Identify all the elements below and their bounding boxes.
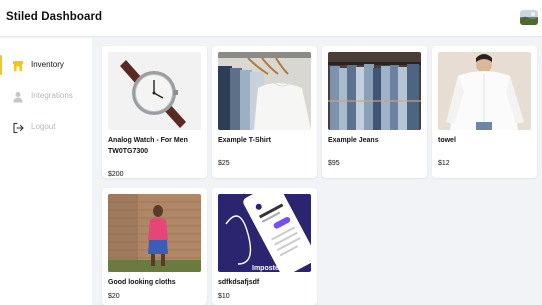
product-price: $200: [108, 171, 124, 178]
sidebar-item-integrations[interactable]: Integrations: [0, 85, 92, 107]
woman-image: [108, 194, 201, 272]
white-shirt-image: [438, 52, 531, 130]
watch-image: [108, 52, 201, 130]
jeans-image: [328, 52, 421, 130]
tshirts-image: [218, 52, 311, 130]
top-header: Stiled Dashboard: [0, 0, 542, 37]
product-card[interactable]: Imposter sdfkdsafjsdf $10: [212, 188, 317, 305]
product-name: Analog Watch - For Men TW0TG7300: [108, 137, 188, 155]
product-card[interactable]: Good looking cloths $20: [102, 188, 207, 305]
user-icon: [12, 90, 24, 103]
imposter-app-image: Imposter: [218, 194, 311, 272]
sidebar: Inventory Integrations Logout: [0, 38, 92, 305]
product-price: $20: [108, 293, 120, 300]
product-grid: Analog Watch - For Men TW0TG7300 $200 Ex…: [92, 38, 542, 305]
product-name: Example T-Shirt: [218, 137, 271, 144]
logout-icon: [12, 121, 24, 134]
product-card[interactable]: Example T-Shirt $25: [212, 46, 317, 178]
sidebar-item-label: Integrations: [31, 91, 73, 100]
product-card[interactable]: Example Jeans $95: [322, 46, 427, 178]
sidebar-item-inventory[interactable]: Inventory: [0, 54, 92, 76]
active-indicator: [0, 55, 2, 75]
product-price: $10: [218, 293, 230, 300]
app-title: Stiled Dashboard: [6, 11, 103, 23]
avatar[interactable]: [520, 10, 538, 25]
sidebar-item-logout[interactable]: Logout: [0, 116, 92, 138]
sidebar-item-label: Inventory: [31, 60, 64, 69]
imposter-text: Imposter: [252, 265, 282, 272]
product-name: sdfkdsafjsdf: [218, 279, 260, 286]
product-name: Good looking cloths: [108, 279, 176, 286]
product-price: $12: [438, 160, 450, 167]
product-card[interactable]: Analog Watch - For Men TW0TG7300 $200: [102, 46, 207, 178]
product-card[interactable]: towel $12: [432, 46, 537, 178]
product-price: $95: [328, 160, 340, 167]
store-icon: [12, 59, 24, 71]
product-price: $25: [218, 160, 230, 167]
sidebar-item-label: Logout: [31, 122, 56, 131]
product-name: towel: [438, 137, 456, 144]
product-name: Example Jeans: [328, 137, 379, 144]
